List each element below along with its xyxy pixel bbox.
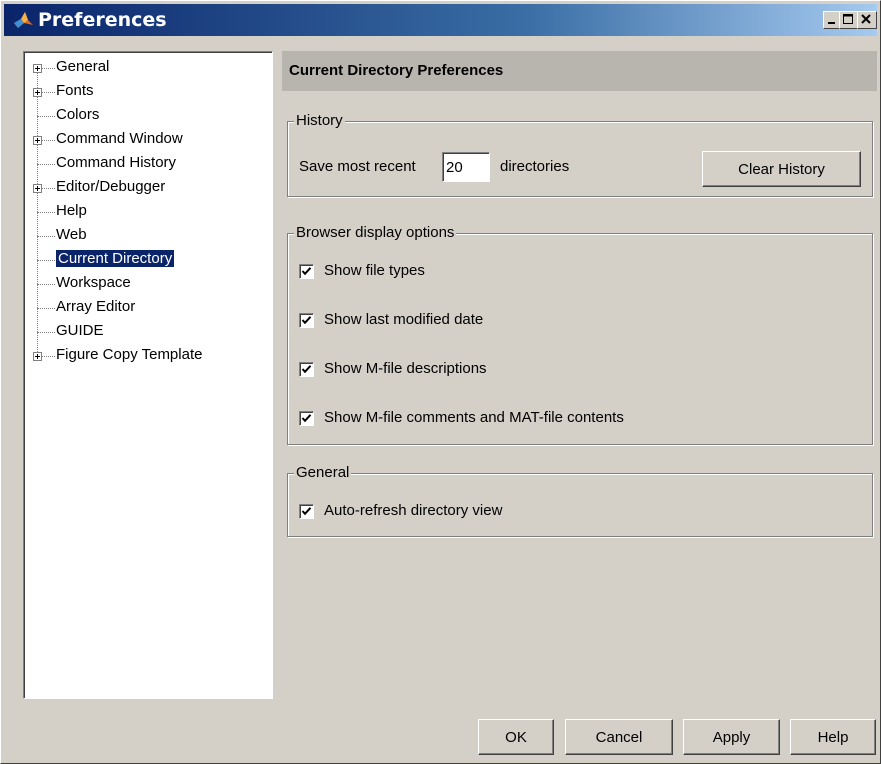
tree-branch-line (37, 164, 55, 165)
tree-item-label: Workspace (56, 274, 131, 291)
window-title: Preferences (38, 9, 167, 31)
browser-option-label[interactable]: Show last modified date (324, 311, 483, 328)
apply-button[interactable]: Apply (683, 719, 780, 755)
browser-option-checkbox[interactable] (299, 411, 314, 426)
tree-branch-line (37, 332, 55, 333)
check-icon (301, 414, 312, 423)
expand-plus-icon[interactable] (33, 64, 42, 73)
browser-display-legend: Browser display options (294, 224, 457, 241)
tree-item-command-window[interactable]: Command Window (56, 128, 183, 150)
tree-item-label: Array Editor (56, 298, 136, 315)
tree-branch-line (37, 284, 55, 285)
general-option-checkbox[interactable] (299, 504, 314, 519)
preferences-window: Preferences General Fonts Colors Command Wi… (0, 0, 881, 764)
tree-item-label: Help (56, 202, 87, 219)
history-legend: History (294, 112, 345, 129)
tree-item-workspace[interactable]: Workspace (56, 272, 131, 294)
browser-option-checkbox[interactable] (299, 264, 314, 279)
tree-item-label: Editor/Debugger (56, 178, 166, 195)
browser-display-group: Browser display options Show file types S… (287, 224, 873, 445)
tree-branch-line (37, 308, 55, 309)
tree-item-command-history[interactable]: Command History (56, 152, 176, 174)
tree-item-guide[interactable]: GUIDE (56, 320, 104, 342)
check-icon (301, 365, 312, 374)
matlab-logo-icon (12, 10, 34, 30)
general-group: General Auto-refresh directory view (287, 464, 873, 537)
history-count-input[interactable] (442, 152, 490, 182)
tree-branch-line (37, 212, 55, 213)
history-group: History Save most recent directories Cle… (287, 112, 873, 197)
tree-item-label: Fonts (56, 82, 94, 99)
tree-item-label: Colors (56, 106, 100, 123)
expand-plus-icon[interactable] (33, 352, 42, 361)
tree-item-fonts[interactable]: Fonts (56, 80, 94, 102)
tree-item-label: Current Directory (56, 250, 175, 267)
check-icon (301, 267, 312, 276)
tree-branch-line (37, 260, 55, 261)
panel-header: Current Directory Preferences (282, 51, 877, 91)
check-icon (301, 507, 312, 516)
expand-plus-icon[interactable] (33, 88, 42, 97)
tree-item-label: Command History (56, 154, 177, 171)
clear-history-button[interactable]: Clear History (702, 151, 861, 187)
close-icon (861, 14, 871, 24)
tree-branch-line (37, 116, 55, 117)
tree-item-figure-copy-template[interactable]: Figure Copy Template (56, 344, 202, 366)
title-bar[interactable]: Preferences (4, 4, 877, 36)
cancel-button[interactable]: Cancel (565, 719, 673, 755)
browser-option-label[interactable]: Show M-file descriptions (324, 360, 487, 377)
tree-item-label: Figure Copy Template (56, 346, 203, 363)
expand-plus-icon[interactable] (33, 136, 42, 145)
tree-item-label: General (56, 58, 110, 75)
tree-item-help[interactable]: Help (56, 200, 87, 222)
tree-item-label: Web (56, 226, 87, 243)
tree-item-current-directory[interactable]: Current Directory (56, 248, 175, 270)
general-legend: General (294, 464, 352, 481)
tree-branch-line (37, 236, 55, 237)
tree-item-label: GUIDE (56, 322, 104, 339)
save-most-recent-label: Save most recent (299, 158, 416, 175)
tree-item-colors[interactable]: Colors (56, 104, 99, 126)
browser-option-checkbox[interactable] (299, 362, 314, 377)
expand-plus-icon[interactable] (33, 184, 42, 193)
check-icon (301, 316, 312, 325)
tree-item-general[interactable]: General (56, 56, 109, 78)
help-button[interactable]: Help (790, 719, 876, 755)
browser-option-checkbox[interactable] (299, 313, 314, 328)
browser-option-label[interactable]: Show file types (324, 262, 425, 279)
maximize-button[interactable] (839, 11, 859, 29)
maximize-icon (843, 14, 853, 24)
tree-item-editor-debugger[interactable]: Editor/Debugger (56, 176, 165, 198)
general-option-label[interactable]: Auto-refresh directory view (324, 502, 502, 519)
directories-label: directories (500, 158, 570, 175)
tree-item-array-editor[interactable]: Array Editor (56, 296, 135, 318)
preferences-tree[interactable]: General Fonts Colors Command Window Command … (23, 51, 273, 699)
tree-item-label: Command Window (56, 130, 183, 147)
close-button[interactable] (857, 11, 877, 29)
browser-option-label[interactable]: Show M-file comments and MAT-file conten… (324, 409, 624, 426)
tree-connector-line (37, 64, 38, 356)
tree-item-web[interactable]: Web (56, 224, 87, 246)
panel-title: Current Directory Preferences (289, 62, 504, 79)
ok-button[interactable]: OK (478, 719, 554, 755)
